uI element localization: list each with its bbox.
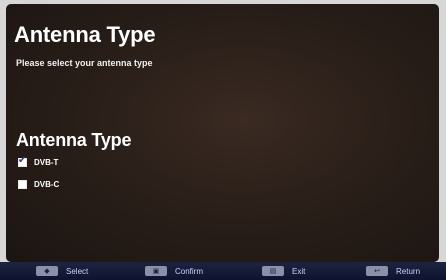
checkbox-dvb-c[interactable] [18,179,27,189]
hint-exit-label: Exit [292,266,306,276]
back-key-icon: ↩ [366,266,388,276]
hint-exit[interactable]: ▤ Exit [262,266,305,276]
option-label-dvb-c: DVB-C [34,179,60,189]
antenna-type-screen: Antenna Type Please select your antenna … [6,4,439,262]
section-title: Antenna Type [16,130,132,150]
page-title: Antenna Type [14,22,156,47]
page-subtitle: Please select your antenna type [16,58,153,68]
dpad-icon: ◆ [36,266,58,276]
hint-confirm-label: Confirm [175,266,204,276]
option-dvb-c[interactable]: DVB-C [18,178,59,190]
tv-frame: Antenna Type Please select your antenna … [0,0,446,280]
hint-select-label: Select [66,266,89,276]
option-label-dvb-t: DVB-T [34,157,59,167]
checkmark-icon: ✔ [18,154,27,166]
ok-key-icon: ▣ [145,266,167,276]
key-hint-bar: ◆ Select ▣ Confirm ▤ Exit ↩ Return [0,262,446,280]
hint-return[interactable]: ↩ Return [366,266,420,276]
hint-return-label: Return [396,266,421,276]
hint-select[interactable]: ◆ Select [36,266,88,276]
hint-confirm[interactable]: ▣ Confirm [145,266,203,276]
checkbox-dvb-t[interactable]: ✔ [18,154,27,167]
option-dvb-t[interactable]: ✔ DVB-T [18,154,59,168]
exit-key-icon: ▤ [262,266,284,276]
